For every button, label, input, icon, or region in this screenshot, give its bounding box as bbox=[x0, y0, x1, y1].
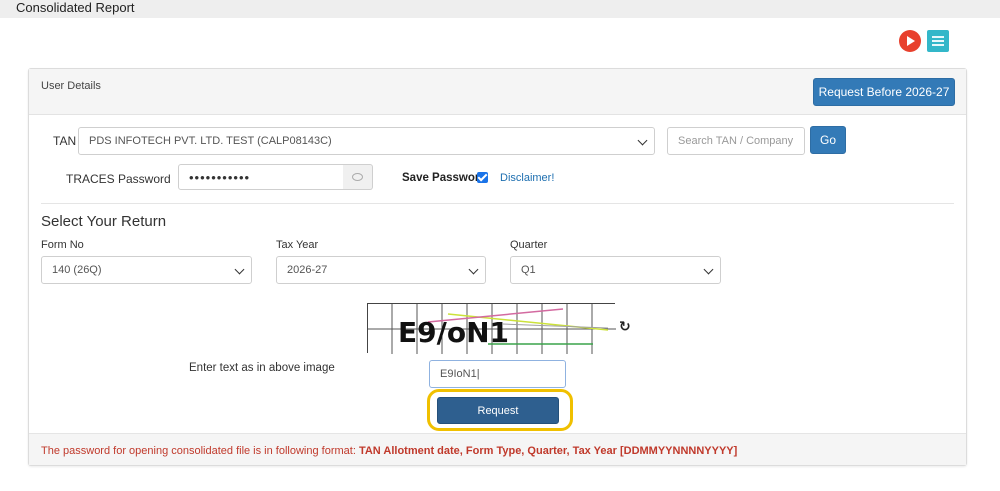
user-details-panel: User Details Request Before 2026-27 TAN … bbox=[28, 68, 967, 466]
quarter-label: Quarter bbox=[510, 239, 548, 251]
go-button[interactable]: Go bbox=[810, 126, 846, 154]
request-button[interactable]: Request bbox=[437, 397, 559, 424]
note-text: The password for opening consolidated fi… bbox=[41, 445, 737, 457]
divider bbox=[41, 203, 954, 204]
password-input[interactable]: ••••••••••• bbox=[178, 164, 344, 190]
password-label: TRACES Password bbox=[66, 172, 171, 186]
save-password-checkbox[interactable] bbox=[477, 172, 488, 183]
note-prefix: The password for opening consolidated fi… bbox=[41, 445, 359, 457]
form-no-select[interactable]: 140 (26Q) bbox=[41, 256, 252, 284]
eye-icon bbox=[352, 173, 363, 181]
captcha-graphic: E9/oN1 bbox=[368, 304, 616, 354]
panel-title: User Details bbox=[41, 80, 101, 92]
captcha-image: E9/oN1 bbox=[367, 303, 616, 354]
tan-select[interactable]: PDS INFOTECH PVT. LTD. TEST (CALP08143C) bbox=[78, 127, 655, 155]
disclaimer-link[interactable]: Disclaimer! bbox=[500, 172, 554, 184]
password-value: ••••••••••• bbox=[189, 170, 251, 185]
top-bar: Consolidated Report bbox=[0, 0, 1000, 18]
password-format-note: The password for opening consolidated fi… bbox=[29, 433, 966, 465]
quarter-select[interactable]: Q1 bbox=[510, 256, 721, 284]
show-password-button[interactable] bbox=[343, 164, 373, 190]
chevron-down-icon bbox=[234, 264, 245, 275]
captcha-text: E9/oN1 bbox=[398, 316, 509, 349]
captcha-prompt: Enter text as in above image bbox=[189, 362, 335, 374]
chevron-down-icon bbox=[468, 264, 479, 275]
save-password-label: Save Password bbox=[402, 172, 487, 184]
tan-select-value: PDS INFOTECH PVT. LTD. TEST (CALP08143C) bbox=[89, 135, 332, 147]
form-no-value: 140 (26Q) bbox=[52, 264, 102, 276]
captcha-input-value: E9IoN1| bbox=[440, 368, 480, 380]
document-icon[interactable] bbox=[927, 30, 949, 52]
panel-header: User Details Request Before 2026-27 bbox=[29, 69, 966, 115]
request-before-button[interactable]: Request Before 2026-27 bbox=[813, 78, 955, 106]
page-title: Consolidated Report bbox=[16, 0, 135, 15]
tan-label: TAN bbox=[53, 134, 77, 148]
chevron-down-icon bbox=[703, 264, 714, 275]
tax-year-select[interactable]: 2026-27 bbox=[276, 256, 486, 284]
search-tan-input[interactable] bbox=[667, 127, 805, 155]
note-format: TAN Allotment date, Form Type, Quarter, … bbox=[358, 445, 738, 457]
chevron-down-icon bbox=[637, 135, 648, 146]
form-no-label: Form No bbox=[41, 239, 84, 251]
play-icon[interactable] bbox=[899, 30, 921, 52]
tax-year-value: 2026-27 bbox=[287, 264, 328, 276]
select-return-title: Select Your Return bbox=[41, 213, 167, 230]
quarter-value: Q1 bbox=[521, 264, 536, 276]
tax-year-label: Tax Year bbox=[276, 239, 319, 251]
captcha-input[interactable]: E9IoN1| bbox=[429, 360, 566, 388]
refresh-icon[interactable]: ↻ bbox=[619, 318, 631, 335]
